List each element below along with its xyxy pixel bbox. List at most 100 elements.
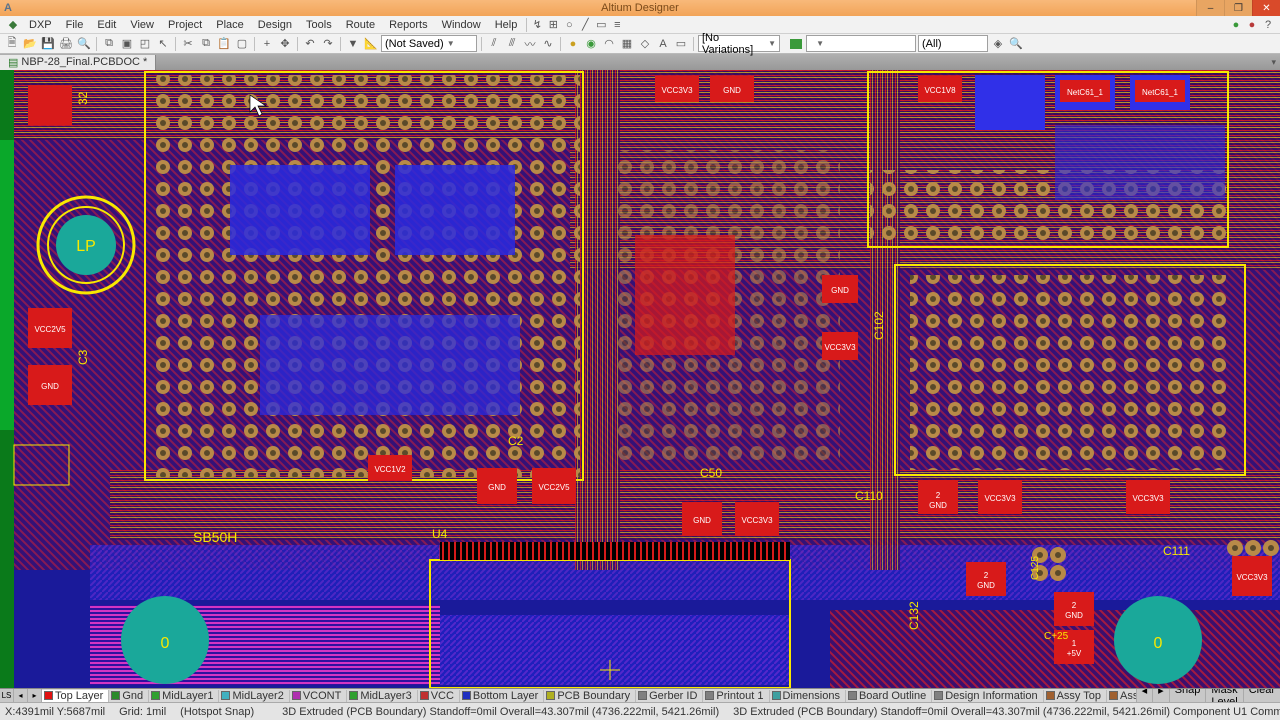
toolbar-track-icon[interactable]: ╱ — [577, 17, 593, 33]
menu-project[interactable]: Project — [161, 17, 209, 33]
menu-edit[interactable]: Edit — [90, 17, 123, 33]
copy-icon[interactable]: ⧉ — [198, 36, 214, 52]
cursor-icon[interactable]: ↖ — [155, 36, 171, 52]
route-diff-icon[interactable]: ⫽ — [486, 36, 502, 52]
layer-tab-bottom-layer[interactable]: Bottom Layer — [460, 690, 544, 702]
menu-route[interactable]: Route — [339, 17, 382, 33]
pcb-workspace[interactable]: LP 0 0 VCC2V5 GND VCC3V3 GND VCC1V8 NetC… — [0, 70, 1280, 688]
layer-tab-assy-bot[interactable]: Assy Bot — [1107, 690, 1136, 702]
pcb-canvas[interactable]: LP 0 0 VCC2V5 GND VCC3V3 GND VCC1V8 NetC… — [0, 70, 1280, 688]
layer-tab-dimensions[interactable]: Dimensions — [770, 690, 846, 702]
svg-text:VCC1V8: VCC1V8 — [924, 86, 956, 95]
place-arc-icon[interactable]: ◠ — [601, 36, 617, 52]
route-multi-icon[interactable]: ⫻ — [504, 36, 520, 52]
status-ok-icon[interactable]: ● — [1228, 17, 1244, 33]
layer-nav-first[interactable]: LS — [0, 689, 14, 703]
toolbar-list-icon[interactable]: ≡ — [609, 17, 625, 33]
help-icon[interactable]: ? — [1260, 17, 1276, 33]
menu-view[interactable]: View — [123, 17, 161, 33]
place-fill-icon[interactable]: ▦ — [619, 36, 635, 52]
svg-text:+5V: +5V — [1067, 649, 1082, 658]
place-poly-icon[interactable]: ◇ — [637, 36, 653, 52]
save-icon[interactable]: 💾 — [40, 36, 56, 52]
layer-tab-midlayer2[interactable]: MidLayer2 — [219, 690, 289, 702]
layer-scroll-left-icon[interactable]: ◂ — [1136, 688, 1153, 702]
toolbar-wire-icon[interactable]: ↯ — [529, 17, 545, 33]
undo-icon[interactable]: ↶ — [302, 36, 318, 52]
filter-icon[interactable]: ▼ — [345, 36, 361, 52]
menu-file[interactable]: File — [59, 17, 91, 33]
mask-level-button[interactable]: Mask Level — [1205, 688, 1242, 702]
save-state-dropdown[interactable]: (Not Saved) ▼ — [381, 35, 477, 52]
layer-swatch-icon — [111, 691, 120, 700]
route-tune-icon[interactable]: ∿ — [540, 36, 556, 52]
snap-button[interactable]: Snap — [1169, 688, 1206, 702]
layer-tab-vcont[interactable]: VCONT — [290, 690, 348, 702]
menu-tools[interactable]: Tools — [299, 17, 339, 33]
paste-icon[interactable]: 📋 — [216, 36, 232, 52]
cut-icon[interactable]: ✂ — [180, 36, 196, 52]
layer-tab-vcc[interactable]: VCC — [418, 690, 460, 702]
filter-dropdown[interactable]: (All) — [918, 35, 988, 52]
layer-tab-pcb-boundary[interactable]: PCB Boundary — [544, 690, 636, 702]
menu-dxp[interactable]: DXP — [22, 17, 59, 33]
layer-tab-gnd[interactable]: Gnd — [109, 690, 149, 702]
place-comp-icon[interactable]: ▭ — [673, 36, 689, 52]
layer-tab-gerber-id[interactable]: Gerber ID — [636, 690, 703, 702]
svg-text:GND: GND — [831, 286, 849, 295]
layer-nav-prev[interactable]: ◂ — [14, 689, 28, 703]
toolbar-net-icon[interactable]: ⊞ — [545, 17, 561, 33]
print-icon[interactable]: 🖨 — [58, 36, 74, 52]
layer-tab-board-outline[interactable]: Board Outline — [846, 690, 932, 702]
layer-tab-midlayer3[interactable]: MidLayer3 — [347, 690, 417, 702]
open-icon[interactable]: 📂 — [22, 36, 38, 52]
chevron-down-icon: ▼ — [447, 39, 455, 48]
layer-tab-assy-top[interactable]: Assy Top — [1044, 690, 1107, 702]
menu-design[interactable]: Design — [251, 17, 299, 33]
zoom-area-icon[interactable]: ⧉ — [101, 36, 117, 52]
clear-button[interactable]: Clear — [1243, 688, 1280, 702]
layer-tab-design-information[interactable]: Design Information — [932, 690, 1043, 702]
layer-tabs: LS ◂ ▸ Top LayerGndMidLayer1MidLayer2VCO… — [0, 688, 1280, 702]
magnify-icon[interactable]: 🔍 — [1008, 36, 1024, 52]
toolbar-region-icon[interactable]: ▭ — [593, 17, 609, 33]
toolbar-via-icon[interactable]: ○ — [561, 17, 577, 33]
svg-text:GND: GND — [723, 86, 741, 95]
cross-icon[interactable]: + — [259, 36, 275, 52]
redo-icon[interactable]: ↷ — [320, 36, 336, 52]
zoom-select-icon[interactable]: ◰ — [137, 36, 153, 52]
tab-overflow-icon[interactable]: ▾ — [1267, 57, 1280, 68]
menu-reports[interactable]: Reports — [382, 17, 435, 33]
search-box[interactable]: ▼ — [806, 35, 916, 52]
variation-dropdown[interactable]: [No Variations] ▼ — [698, 35, 780, 52]
layer-swatch-icon — [349, 691, 358, 700]
layer-tab-midlayer1[interactable]: MidLayer1 — [149, 690, 219, 702]
route-interactive-icon[interactable]: 〰 — [522, 36, 538, 52]
maximize-button[interactable]: ❐ — [1224, 0, 1252, 16]
preview-icon[interactable]: 🔍 — [76, 36, 92, 52]
status-bar: X:4391mil Y:5687mil Grid: 1mil (Hotspot … — [0, 702, 1280, 720]
layer-tab-printout-1[interactable]: Printout 1 — [703, 690, 769, 702]
new-icon[interactable]: 🗎 — [4, 36, 20, 52]
clip-rect-icon[interactable]: ▢ — [234, 36, 250, 52]
document-tab[interactable]: ▤ NBP-28_Final.PCBDOC * — [0, 55, 156, 70]
place-via-icon[interactable]: ◉ — [583, 36, 599, 52]
place-pad-icon[interactable]: ● — [565, 36, 581, 52]
measure-icon[interactable]: 📐 — [363, 36, 379, 52]
layer-tab-top-layer[interactable]: Top Layer — [42, 690, 109, 702]
layer-swatch-icon — [292, 691, 301, 700]
zoom-fit-icon[interactable]: ▣ — [119, 36, 135, 52]
move-icon[interactable]: ✥ — [277, 36, 293, 52]
layer-color-icon[interactable] — [790, 39, 802, 49]
title-bar: A Altium Designer – ❐ ✕ — [0, 0, 1280, 16]
menu-help[interactable]: Help — [488, 17, 525, 33]
layer-nav-next[interactable]: ▸ — [28, 689, 42, 703]
layer-scroll-right-icon[interactable]: ▸ — [1152, 688, 1169, 702]
clear-filter-icon[interactable]: ◈ — [990, 36, 1006, 52]
close-button[interactable]: ✕ — [1252, 0, 1280, 16]
status-warn-icon[interactable]: ● — [1244, 17, 1260, 33]
place-text-icon[interactable]: A — [655, 36, 671, 52]
minimize-button[interactable]: – — [1196, 0, 1224, 16]
menu-window[interactable]: Window — [435, 17, 488, 33]
menu-place[interactable]: Place — [209, 17, 251, 33]
